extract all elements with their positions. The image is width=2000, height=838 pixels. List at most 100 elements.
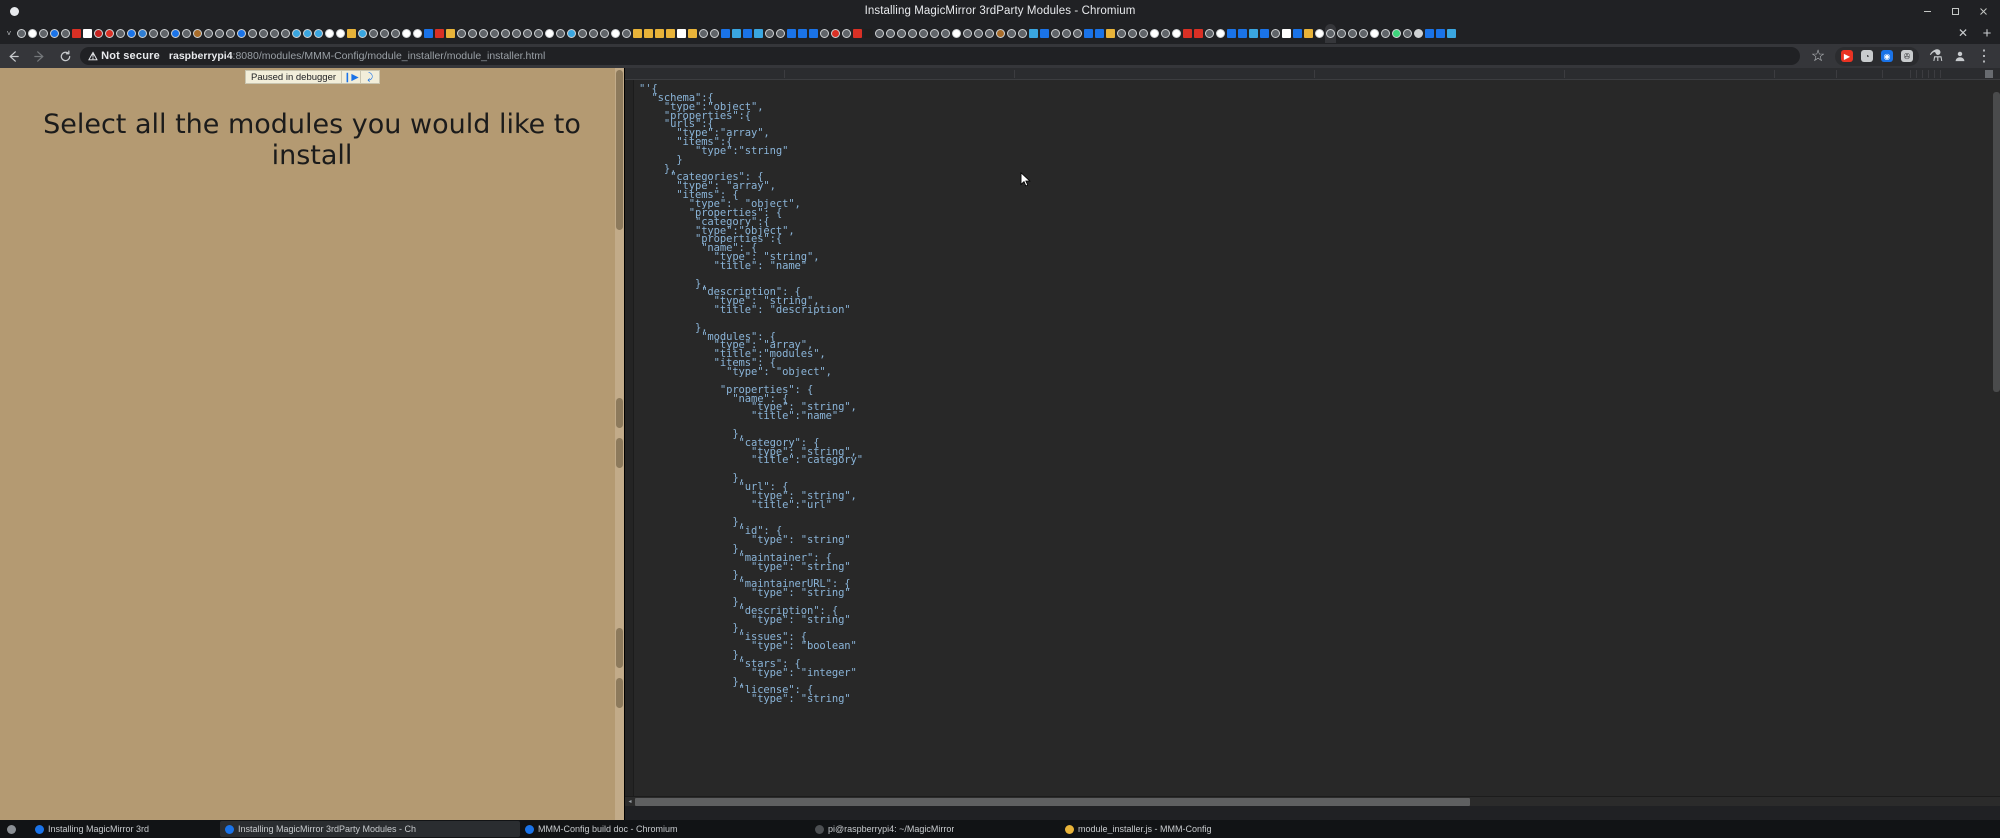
browser-tab[interactable] <box>588 24 599 43</box>
browser-tab[interactable] <box>984 24 995 43</box>
browser-tab[interactable] <box>896 24 907 43</box>
browser-tab[interactable] <box>1149 24 1160 43</box>
browser-tab[interactable] <box>764 24 775 43</box>
browser-tab[interactable] <box>357 24 368 43</box>
devtools-source-view[interactable]: "'{ "schema":{ "type":"object", "propert… <box>625 80 2000 806</box>
browser-tab[interactable] <box>1248 24 1259 43</box>
browser-tab[interactable] <box>1413 24 1424 43</box>
browser-tab[interactable] <box>731 24 742 43</box>
browser-tab[interactable] <box>280 24 291 43</box>
browser-tab[interactable] <box>753 24 764 43</box>
browser-tab[interactable] <box>808 24 819 43</box>
devtools-settings-icon[interactable] <box>1985 70 1993 78</box>
browser-tab[interactable] <box>555 24 566 43</box>
devtools-tabbar[interactable] <box>625 68 2000 80</box>
browser-tab[interactable] <box>962 24 973 43</box>
browser-tab[interactable] <box>247 24 258 43</box>
devtools-tab[interactable] <box>1837 69 1883 78</box>
browser-tab[interactable] <box>654 24 665 43</box>
browser-tab[interactable] <box>27 24 38 43</box>
browser-tab[interactable] <box>852 24 863 43</box>
flask-icon[interactable]: ⚗ <box>1924 44 1948 68</box>
browser-tab[interactable] <box>786 24 797 43</box>
browser-tab[interactable] <box>71 24 82 43</box>
taskbar-item-browser-1[interactable]: Installing MagicMirror 3rd <box>30 821 220 837</box>
forward-button[interactable] <box>26 44 52 68</box>
tab-strip[interactable]: ˅ ✕ + <box>0 22 2000 44</box>
browser-tab[interactable] <box>104 24 115 43</box>
browser-tab[interactable] <box>621 24 632 43</box>
taskbar-item-browser-2[interactable]: Installing MagicMirror 3rdParty Modules … <box>220 821 520 837</box>
browser-tab[interactable] <box>830 24 841 43</box>
browser-tab[interactable] <box>1369 24 1380 43</box>
browser-tab[interactable] <box>1402 24 1413 43</box>
browser-tab[interactable] <box>995 24 1006 43</box>
browser-tab[interactable] <box>665 24 676 43</box>
browser-tab[interactable] <box>214 24 225 43</box>
eye-extension-icon[interactable]: ◉ <box>1877 47 1897 66</box>
browser-tab[interactable] <box>676 24 687 43</box>
browser-tab[interactable] <box>159 24 170 43</box>
browser-tab[interactable] <box>412 24 423 43</box>
browser-tab[interactable] <box>1006 24 1017 43</box>
browser-tab[interactable] <box>1094 24 1105 43</box>
browser-tab[interactable] <box>1347 24 1358 43</box>
browser-tab[interactable] <box>709 24 720 43</box>
minimize-button[interactable] <box>1914 1 1940 21</box>
step-over-button[interactable]: ⤸ <box>360 71 379 83</box>
browser-tab[interactable] <box>456 24 467 43</box>
browser-tab[interactable] <box>1050 24 1061 43</box>
devtools-horizontal-scrollbar[interactable]: ◂ <box>625 796 2000 806</box>
browser-tab[interactable] <box>225 24 236 43</box>
pie-extension-icon[interactable]: ◔ <box>1857 47 1877 66</box>
browser-tab[interactable] <box>1281 24 1292 43</box>
browser-tab[interactable] <box>1083 24 1094 43</box>
browser-tab[interactable] <box>1160 24 1171 43</box>
browser-tab[interactable] <box>1237 24 1248 43</box>
youtube-extension-icon[interactable]: ▶ <box>1837 47 1857 66</box>
browser-tab[interactable] <box>1215 24 1226 43</box>
taskbar-item-browser-3[interactable]: MMM-Config build doc - Chromium <box>520 821 810 837</box>
browser-tab[interactable] <box>1446 24 1457 43</box>
browser-tab[interactable] <box>258 24 269 43</box>
browser-tab[interactable] <box>1358 24 1369 43</box>
browser-tab[interactable] <box>1193 24 1204 43</box>
browser-tab[interactable] <box>445 24 456 43</box>
scroll-left-arrow-icon[interactable]: ◂ <box>625 797 635 807</box>
devtools-tab[interactable] <box>625 69 785 78</box>
browser-tab[interactable] <box>1325 23 1336 43</box>
source-code-json[interactable]: "'{ "schema":{ "type":"object", "propert… <box>639 84 863 705</box>
browser-tab[interactable] <box>929 24 940 43</box>
browser-tab[interactable] <box>148 24 159 43</box>
devtools-tab[interactable] <box>1015 69 1315 78</box>
browser-tab[interactable] <box>269 24 280 43</box>
browser-tab[interactable] <box>610 24 621 43</box>
browser-tab[interactable] <box>1259 24 1270 43</box>
browser-tab[interactable] <box>1292 24 1303 43</box>
browser-tab[interactable] <box>511 24 522 43</box>
clipboard-extension-icon[interactable]: ✇ <box>1897 47 1917 66</box>
browser-tab[interactable] <box>1072 24 1083 43</box>
browser-tab[interactable] <box>1017 24 1028 43</box>
browser-tab[interactable] <box>170 24 181 43</box>
browser-tab[interactable] <box>500 24 511 43</box>
browser-tab[interactable] <box>379 24 390 43</box>
browser-tab[interactable] <box>126 24 137 43</box>
browser-tab[interactable] <box>797 24 808 43</box>
browser-tab[interactable] <box>1039 24 1050 43</box>
browser-tab[interactable] <box>16 24 27 43</box>
new-tab-button[interactable]: + <box>1974 22 2000 44</box>
close-button[interactable] <box>1970 1 1996 21</box>
browser-tab[interactable] <box>82 24 93 43</box>
browser-tab[interactable] <box>93 24 104 43</box>
hscroll-track[interactable] <box>635 797 2000 806</box>
browser-tab[interactable] <box>181 24 192 43</box>
browser-tab[interactable] <box>1138 24 1149 43</box>
maximize-button[interactable] <box>1942 1 1968 21</box>
browser-tab[interactable] <box>643 24 654 43</box>
browser-tab[interactable] <box>973 24 984 43</box>
browser-tab[interactable] <box>346 24 357 43</box>
browser-tab[interactable] <box>1270 24 1281 43</box>
browser-tab[interactable] <box>940 24 951 43</box>
browser-tab[interactable] <box>720 24 731 43</box>
